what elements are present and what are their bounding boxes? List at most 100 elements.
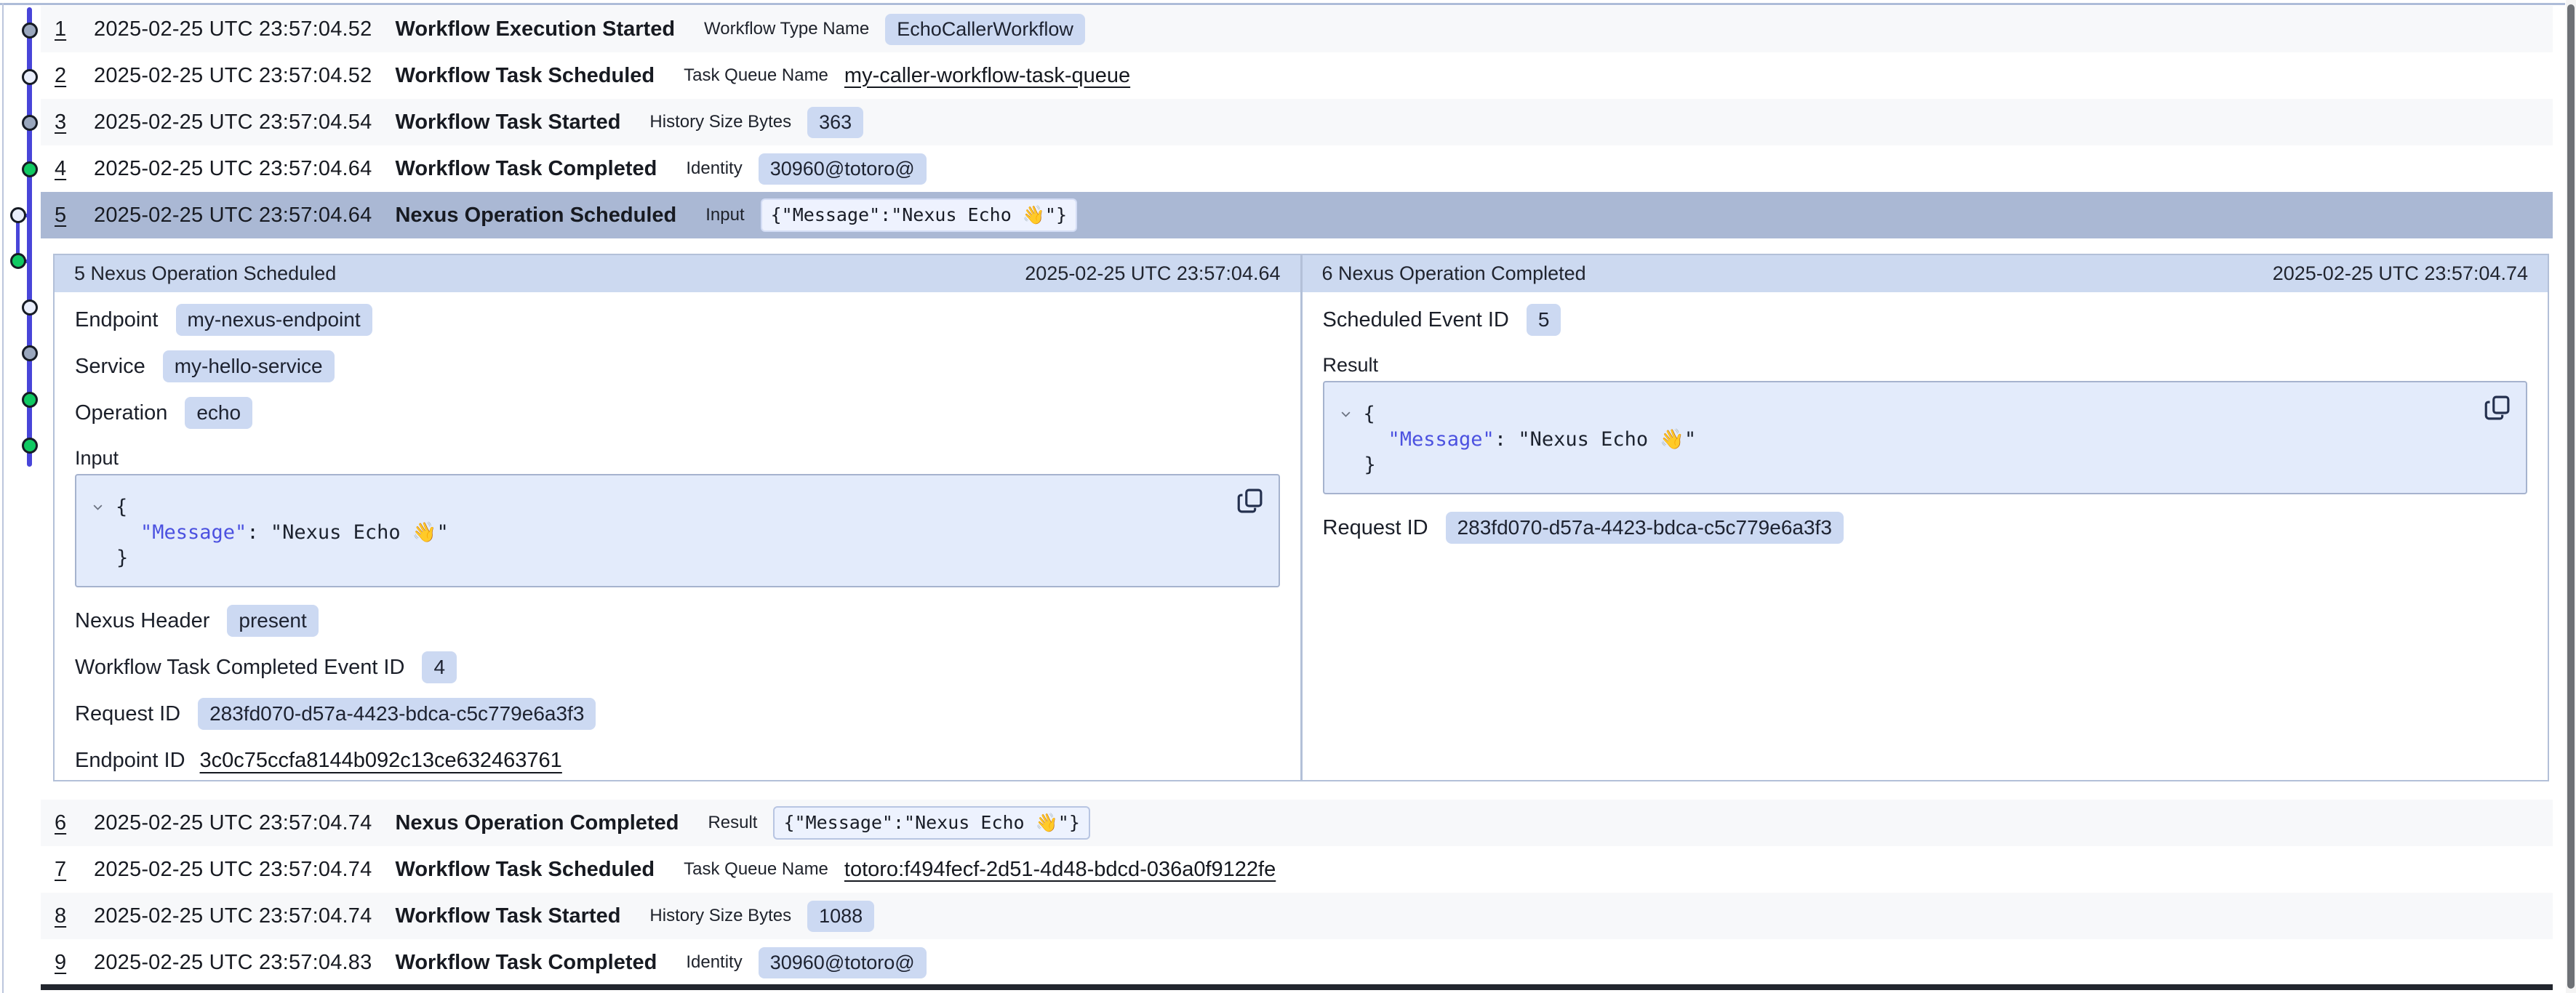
json-value: "Nexus Echo 👋": [271, 521, 449, 544]
detail-panel-timestamp: 2025-02-25 UTC 23:57:04.74: [2273, 262, 2528, 285]
endpoint-field: Endpoint my-nexus-endpoint: [75, 297, 1280, 343]
json-open-brace: {: [1364, 401, 1375, 427]
payload-preview-chip: {"Message":"Nexus Echo 👋"}: [761, 198, 1077, 232]
task-queue-link[interactable]: my-caller-workflow-task-queue: [844, 64, 1130, 88]
event-row-3[interactable]: 3 2025-02-25 UTC 23:57:04.54 Workflow Ta…: [41, 99, 2553, 145]
nexus-header-badge: present: [227, 605, 318, 637]
event-row-4[interactable]: 4 2025-02-25 UTC 23:57:04.64 Workflow Ta…: [41, 145, 2553, 192]
copy-button[interactable]: [1233, 484, 1267, 519]
timeline-dot-event-9[interactable]: [22, 392, 38, 408]
timeline-dot-event-7[interactable]: [22, 299, 38, 315]
horizontal-scrollbar[interactable]: [41, 984, 2553, 990]
input-json-viewer: { "Message": "Nexus Echo 👋" }: [75, 474, 1280, 587]
service-field: Service my-hello-service: [75, 343, 1280, 390]
timeline-dot-event-3[interactable]: [22, 115, 38, 131]
event-id-link[interactable]: 6: [55, 811, 72, 835]
event-id-link[interactable]: 5: [55, 204, 72, 228]
json-key: "Message": [1388, 428, 1495, 451]
event-attr-label: Workflow Type Name: [704, 19, 869, 39]
event-timestamp: 2025-02-25 UTC 23:57:04.74: [94, 858, 372, 882]
request-id-badge: 283fd070-d57a-4423-bdca-c5c779e6a3f3: [198, 698, 596, 730]
event-name: Workflow Task Completed: [395, 951, 657, 975]
json-colon: :: [247, 521, 271, 544]
endpoint-badge: my-nexus-endpoint: [176, 304, 372, 336]
request-id-field: Request ID 283fd070-d57a-4423-bdca-c5c77…: [75, 691, 1280, 737]
detail-panel-event-5: 5 Nexus Operation Scheduled 2025-02-25 U…: [55, 255, 1300, 780]
event-attr-value-badge: 1088: [807, 901, 874, 932]
event-attr-value-badge: 363: [807, 107, 863, 138]
event-detail-panels: 5 Nexus Operation Scheduled 2025-02-25 U…: [53, 254, 2549, 781]
endpoint-id-link[interactable]: 3c0c75ccfa8144b092c13ce632463761: [200, 749, 562, 773]
event-name: Workflow Task Started: [395, 904, 620, 928]
timeline-dot-event-5[interactable]: [10, 207, 26, 223]
event-row-2[interactable]: 2 2025-02-25 UTC 23:57:04.52 Workflow Ta…: [41, 52, 2553, 99]
timeline-dot-event-4[interactable]: [22, 161, 38, 177]
field-label: Operation: [75, 401, 167, 425]
service-badge: my-hello-service: [163, 350, 335, 382]
detail-panel-body: Scheduled Event ID 5 Result { "Message":…: [1303, 292, 2548, 551]
detail-panel-body: Endpoint my-nexus-endpoint Service my-he…: [55, 292, 1300, 784]
timeline-dot-event-2[interactable]: [22, 69, 38, 85]
operation-badge: echo: [185, 397, 252, 429]
event-timestamp: 2025-02-25 UTC 23:57:04.83: [94, 951, 372, 975]
result-section-label: Result: [1323, 343, 2528, 381]
event-id-link[interactable]: 7: [55, 858, 72, 882]
field-label: Request ID: [1323, 516, 1428, 540]
vertical-scrollbar-track[interactable]: [2566, 0, 2576, 993]
detail-panel-header: 5 Nexus Operation Scheduled 2025-02-25 U…: [55, 255, 1300, 292]
json-colon: :: [1495, 428, 1519, 451]
left-divider: [2, 3, 4, 993]
detail-panel-title: 6 Nexus Operation Completed: [1322, 262, 1586, 285]
workflow-history-view: 1 2025-02-25 UTC 23:57:04.52 Workflow Ex…: [0, 0, 2576, 993]
field-label: Request ID: [75, 702, 180, 726]
event-name: Workflow Task Completed: [395, 157, 657, 181]
event-row-5-selected[interactable]: 5 2025-02-25 UTC 23:57:04.64 Nexus Opera…: [41, 192, 2553, 238]
json-key: "Message": [140, 521, 247, 544]
field-label: Scheduled Event ID: [1323, 308, 1509, 332]
detail-panel-event-6: 6 Nexus Operation Completed 2025-02-25 U…: [1303, 255, 2548, 780]
event-name: Workflow Execution Started: [395, 17, 675, 41]
field-label: Workflow Task Completed Event ID: [75, 656, 404, 680]
event-row-8[interactable]: 8 2025-02-25 UTC 23:57:04.74 Workflow Ta…: [41, 893, 2553, 939]
field-label: Nexus Header: [75, 609, 209, 633]
event-name: Workflow Task Scheduled: [395, 858, 655, 882]
json-open-brace: {: [116, 494, 127, 520]
event-name: Nexus Operation Scheduled: [395, 204, 676, 228]
event-id-link[interactable]: 1: [55, 17, 72, 41]
field-label: Service: [75, 355, 145, 379]
event-attr-label: Task Queue Name: [684, 859, 828, 880]
timeline-dot-event-8[interactable]: [22, 345, 38, 361]
field-label: Endpoint ID: [75, 749, 185, 773]
detail-panel-timestamp: 2025-02-25 UTC 23:57:04.64: [1025, 262, 1280, 285]
vertical-scrollbar-thumb[interactable]: [2567, 4, 2575, 989]
event-attr-label: Identity: [686, 158, 742, 179]
event-attr-label: Input: [705, 205, 744, 225]
endpoint-id-field: Endpoint ID 3c0c75ccfa8144b092c13ce63246…: [75, 737, 1280, 784]
event-id-link[interactable]: 4: [55, 157, 72, 181]
scheduled-event-id-field: Scheduled Event ID 5: [1323, 297, 2528, 343]
copy-icon: [1235, 485, 1265, 517]
event-attr-value-badge: EchoCallerWorkflow: [885, 14, 1085, 45]
timeline-dot-event-1[interactable]: [22, 23, 38, 39]
event-row-7[interactable]: 7 2025-02-25 UTC 23:57:04.74 Workflow Ta…: [41, 846, 2553, 893]
event-attr-label: Identity: [686, 952, 742, 973]
event-row-1[interactable]: 1 2025-02-25 UTC 23:57:04.52 Workflow Ex…: [41, 6, 2553, 52]
timeline-dot-event-10[interactable]: [22, 438, 38, 454]
collapse-chevron-icon[interactable]: [91, 500, 105, 514]
detail-panel-header: 6 Nexus Operation Completed 2025-02-25 U…: [1303, 255, 2548, 292]
event-row-6[interactable]: 6 2025-02-25 UTC 23:57:04.74 Nexus Opera…: [41, 800, 2553, 846]
task-queue-link[interactable]: totoro:f494fecf-2d51-4d48-bdcd-036a0f912…: [844, 858, 1276, 882]
event-id-link[interactable]: 8: [55, 904, 72, 928]
event-attr-label: Task Queue Name: [684, 65, 828, 86]
event-id-link[interactable]: 9: [55, 951, 72, 975]
event-attr-label: Result: [708, 813, 757, 833]
timeline-dot-event-6[interactable]: [10, 253, 26, 269]
json-value: "Nexus Echo 👋": [1518, 428, 1696, 451]
event-row-9[interactable]: 9 2025-02-25 UTC 23:57:04.83 Workflow Ta…: [41, 939, 2553, 986]
collapse-chevron-icon[interactable]: [1339, 407, 1353, 421]
copy-button[interactable]: [2481, 391, 2514, 426]
event-timestamp: 2025-02-25 UTC 23:57:04.54: [94, 110, 372, 134]
event-id-link[interactable]: 2: [55, 64, 72, 88]
event-id-link[interactable]: 3: [55, 110, 72, 134]
event-timestamp: 2025-02-25 UTC 23:57:04.74: [94, 904, 372, 928]
